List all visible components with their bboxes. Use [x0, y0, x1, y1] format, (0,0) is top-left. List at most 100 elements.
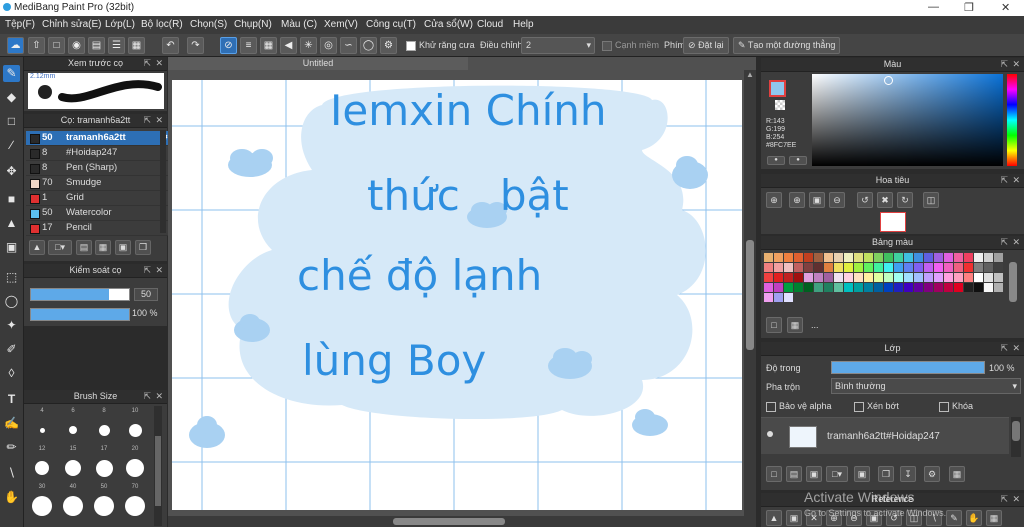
cloud-icon[interactable]: ☁ [7, 37, 24, 54]
palette-swatch[interactable] [934, 263, 943, 272]
protect-alpha-checkbox[interactable]: Bảo vệ alpha [766, 401, 832, 412]
antialias-checkbox[interactable]: Khử răng cưa [406, 40, 475, 51]
clipping-checkbox[interactable]: Xén bớt [854, 401, 899, 412]
brush-size-option[interactable] [28, 454, 56, 482]
palette-swatch[interactable] [934, 253, 943, 262]
ref-add-icon[interactable]: ▲ [766, 510, 782, 526]
snap-off-icon[interactable]: ⊘ [220, 37, 237, 54]
zoom-out-icon[interactable]: ⊖ [829, 192, 845, 208]
palette-swatch[interactable] [784, 283, 793, 292]
palette-swatch[interactable] [774, 273, 783, 282]
palette-swatch[interactable] [764, 283, 773, 292]
soft-edge-checkbox[interactable]: Cạnh mềm [602, 40, 659, 51]
delete-brush-icon[interactable]: ▦ [95, 240, 111, 255]
palette-swatch[interactable] [904, 253, 913, 262]
menu-layer[interactable]: Lớp(L) [105, 19, 135, 30]
straight-line-button[interactable]: ✎ Tạo một đường thẳng [733, 37, 841, 54]
brush-list-item[interactable]: 17 Pencil [26, 221, 172, 236]
grid-icon[interactable]: ▦ [128, 37, 145, 54]
palette-swatch[interactable] [894, 273, 903, 282]
close-icon[interactable]: ✕ [155, 390, 163, 403]
gradient-tool-icon[interactable]: ▣ [3, 239, 20, 256]
brush-list-item[interactable]: 8 #Hoidap247 [26, 146, 172, 161]
menu-file[interactable]: Tệp(F) [5, 19, 35, 30]
menu-tools[interactable]: Công cụ(T) [366, 19, 416, 30]
palette-swatch[interactable] [794, 273, 803, 282]
palette-swatch[interactable] [794, 283, 803, 292]
palette-swatch[interactable] [954, 263, 963, 272]
palette-swatch[interactable] [784, 263, 793, 272]
popout-icon[interactable]: ⇱ [1000, 58, 1008, 71]
add-brush-icon[interactable]: ▲ [29, 240, 45, 255]
palette-swatch[interactable] [954, 273, 963, 282]
close-icon[interactable]: ✕ [155, 114, 163, 127]
brush-size-option[interactable] [90, 492, 118, 520]
rotate-left-icon[interactable]: ↺ [857, 192, 873, 208]
divide-tool-icon[interactable]: ✏ [3, 439, 20, 456]
foreground-color-swatch[interactable] [769, 80, 786, 97]
brush-size-option[interactable] [121, 454, 149, 482]
brush-size-option[interactable] [28, 492, 56, 520]
navigator-thumbnail[interactable] [880, 212, 906, 232]
new-8bit-layer-icon[interactable]: ▣ [806, 466, 822, 482]
radial-snap-icon[interactable]: ✳ [300, 37, 317, 54]
ref-pen-icon[interactable]: ✎ [946, 510, 962, 526]
new-halftone-layer-icon[interactable]: ▤ [786, 466, 802, 482]
palette-swatch[interactable] [984, 283, 993, 292]
duplicate-icon[interactable]: ❐ [135, 240, 151, 255]
line-tool-icon[interactable]: ∕ [3, 137, 20, 154]
eyedropper-icon[interactable]: ∖ [3, 465, 20, 482]
palette-swatch[interactable] [874, 253, 883, 262]
brush-tool-icon[interactable]: ✎ [3, 65, 20, 82]
folder-icon[interactable]: ▣ [854, 466, 870, 482]
palette-swatch[interactable] [884, 263, 893, 272]
vanish-snap-icon[interactable]: ◀ [280, 37, 297, 54]
palette-swatch[interactable] [864, 273, 873, 282]
add-layer-menu-icon[interactable]: □▾ [826, 466, 848, 482]
palette-swatch[interactable] [884, 253, 893, 262]
merge-down-icon[interactable]: ↧ [900, 466, 916, 482]
blend-select[interactable]: Bình thường ▾ [831, 378, 1021, 394]
document-tab[interactable]: Untitled [168, 57, 468, 70]
delete-layer-icon[interactable]: ▦ [949, 466, 965, 482]
palette-swatch[interactable] [844, 273, 853, 282]
palette-swatch[interactable] [984, 273, 993, 282]
palette-swatch[interactable] [904, 283, 913, 292]
move-tool-icon[interactable]: ✥ [3, 163, 20, 180]
brush-size-option[interactable] [121, 416, 149, 444]
brush-size-option[interactable] [59, 416, 87, 444]
zoom-in-icon[interactable]: ⊕ [766, 192, 782, 208]
palette-swatch[interactable] [914, 273, 923, 282]
circle-snap-icon[interactable]: ◯ [360, 37, 377, 54]
menu-edit[interactable]: Chỉnh sửa(E) [42, 19, 102, 30]
horizontal-scrollbar[interactable] [168, 516, 744, 527]
lasso-tool-icon[interactable]: ◯ [3, 293, 20, 310]
palette-swatch[interactable] [764, 273, 773, 282]
palette-swatch[interactable] [834, 263, 843, 272]
palette-swatch[interactable] [974, 273, 983, 282]
palette-swatch[interactable] [784, 253, 793, 262]
layer-settings-icon[interactable]: ⚙ [924, 466, 940, 482]
hand-tool-icon[interactable]: ✋ [3, 489, 20, 506]
palette-swatch[interactable] [894, 253, 903, 262]
select-eraser-icon[interactable]: ◊ [3, 365, 20, 382]
ref-grid-icon[interactable]: ▦ [986, 510, 1002, 526]
palette-swatch[interactable] [764, 263, 773, 272]
zoom-in-2-icon[interactable]: ⊕ [789, 192, 805, 208]
close-icon[interactable]: ✕ [1012, 493, 1020, 506]
palette-swatch[interactable] [784, 293, 793, 302]
select-tool-icon[interactable]: ⬚ [3, 269, 20, 286]
palette-scroll-thumb[interactable] [1009, 262, 1017, 302]
brush-menu-icon[interactable]: □▾ [48, 240, 72, 255]
ref-hand-icon[interactable]: ✋ [966, 510, 982, 526]
grid-snap-icon[interactable]: ▦ [260, 37, 277, 54]
palette-swatch[interactable] [934, 273, 943, 282]
palette-swatch[interactable] [824, 283, 833, 292]
popout-icon[interactable]: ⇱ [143, 114, 151, 127]
palette-swatch[interactable] [994, 273, 1003, 282]
palette-swatch[interactable] [814, 253, 823, 262]
palette-swatch[interactable] [774, 293, 783, 302]
curve-snap-icon[interactable]: ∽ [340, 37, 357, 54]
concentric-snap-icon[interactable]: ◎ [320, 37, 337, 54]
redo-icon[interactable]: ↷ [187, 37, 204, 54]
